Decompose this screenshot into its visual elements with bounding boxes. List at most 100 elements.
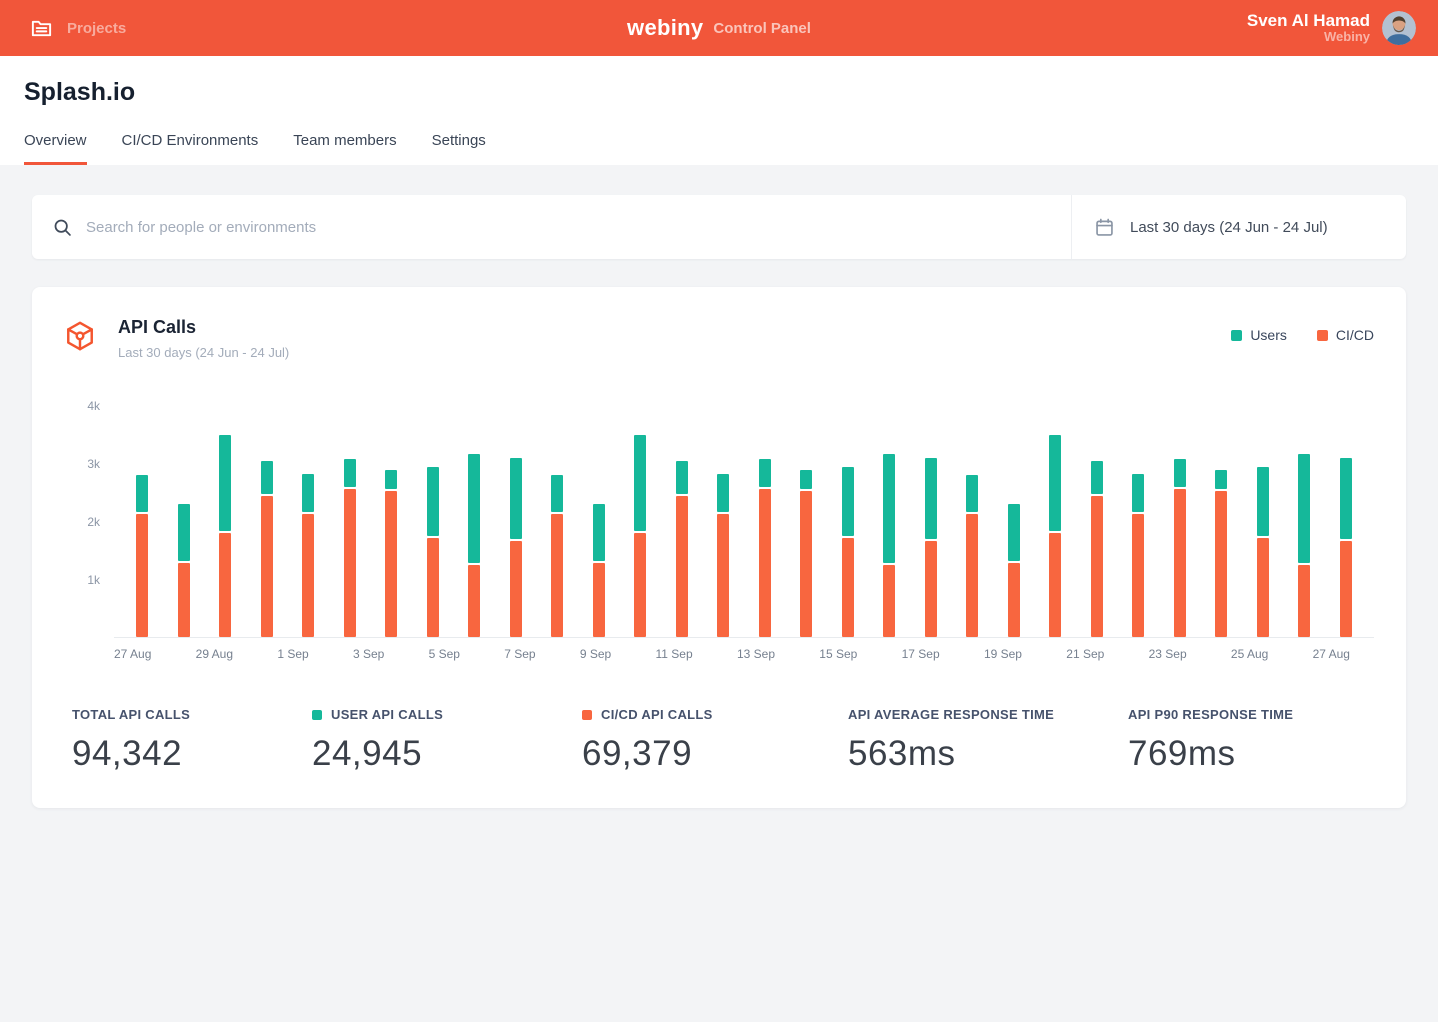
legend-dot-ci-cd xyxy=(1317,330,1328,341)
stat-label: USER API CALLS xyxy=(312,707,582,722)
tab-settings[interactable]: Settings xyxy=(432,132,486,165)
bar-21[interactable] xyxy=(966,475,978,637)
stat-total-api-calls: TOTAL API CALLS94,342 xyxy=(72,707,312,774)
bar-18[interactable] xyxy=(842,467,854,637)
bar-segment-users xyxy=(178,504,190,561)
user-avatar[interactable] xyxy=(1382,11,1416,45)
bar-22[interactable] xyxy=(1008,504,1020,637)
bar-4[interactable] xyxy=(261,461,273,637)
user-menu[interactable]: Sven Al Hamad Webiny xyxy=(1247,11,1422,45)
stat-value: 69,379 xyxy=(582,734,848,774)
bar-segment-cicd xyxy=(759,489,771,637)
bar-3[interactable] xyxy=(219,435,231,637)
ci-cd-api-calls-dot-icon xyxy=(582,710,592,720)
stat-value: 24,945 xyxy=(312,734,582,774)
stat-label: API P90 RESPONSE TIME xyxy=(1128,707,1293,722)
bar-1[interactable] xyxy=(136,475,148,637)
bar-segment-cicd xyxy=(551,514,563,637)
bar-segment-users xyxy=(1008,504,1020,561)
bar-segment-cicd xyxy=(1215,491,1227,637)
x-tick-label: 15 Sep xyxy=(819,647,857,661)
x-tick-label: 21 Sep xyxy=(1066,647,1104,661)
bar-segment-cicd xyxy=(717,514,729,637)
bar-20[interactable] xyxy=(925,458,937,637)
tab-team-members[interactable]: Team members xyxy=(293,132,396,165)
bar-segment-users xyxy=(925,458,937,539)
plot-area xyxy=(114,398,1374,638)
search-icon xyxy=(52,217,73,238)
bar-6[interactable] xyxy=(344,459,356,637)
bar-15[interactable] xyxy=(717,474,729,637)
stat-label-text: API AVERAGE RESPONSE TIME xyxy=(848,707,1054,722)
bar-segment-cicd xyxy=(1091,496,1103,637)
stat-label-text: CI/CD API CALLS xyxy=(601,707,713,722)
bar-segment-users xyxy=(717,474,729,512)
bar-chart: 4k3k2k1k 27 Aug29 Aug1 Sep3 Sep5 Sep7 Se… xyxy=(64,398,1374,661)
bar-8[interactable] xyxy=(427,467,439,637)
legend-item-ci-cd[interactable]: CI/CD xyxy=(1317,327,1374,343)
legend-dot-users xyxy=(1231,330,1242,341)
user-org: Webiny xyxy=(1247,30,1370,45)
bar-24[interactable] xyxy=(1091,461,1103,637)
bar-segment-cicd xyxy=(468,565,480,637)
date-range-picker[interactable]: Last 30 days (24 Jun - 24 Jul) xyxy=(1072,195,1406,259)
bar-segment-users xyxy=(1174,459,1186,487)
x-tick-label: 13 Sep xyxy=(737,647,775,661)
stat-label: CI/CD API CALLS xyxy=(582,707,848,722)
x-tick-label: 19 Sep xyxy=(984,647,1022,661)
bar-12[interactable] xyxy=(593,504,605,637)
bar-2[interactable] xyxy=(178,504,190,637)
y-tick-2k: 2k xyxy=(87,515,100,529)
tabs: Overview CI/CD Environments Team members Se… xyxy=(24,132,1414,165)
bar-23[interactable] xyxy=(1049,435,1061,637)
page-header: Splash.io OverviewCI/CD EnvironmentsTeam… xyxy=(0,56,1438,165)
bar-segment-cicd xyxy=(676,496,688,637)
chart-title: API Calls xyxy=(118,317,289,338)
x-tick-label: 7 Sep xyxy=(504,647,535,661)
bar-28[interactable] xyxy=(1257,467,1269,637)
user-name: Sven Al Hamad xyxy=(1247,11,1370,31)
tab-overview[interactable]: Overview xyxy=(24,132,87,165)
bar-segment-users xyxy=(136,475,148,512)
bar-segment-cicd xyxy=(136,514,148,637)
bar-11[interactable] xyxy=(551,475,563,637)
bar-segment-cicd xyxy=(634,533,646,637)
stat-label: TOTAL API CALLS xyxy=(72,707,312,722)
bar-segment-users xyxy=(1215,470,1227,489)
bar-5[interactable] xyxy=(302,474,314,637)
bar-segment-users xyxy=(1298,454,1310,563)
bar-segment-users xyxy=(427,467,439,536)
bar-14[interactable] xyxy=(676,461,688,637)
search-box[interactable] xyxy=(32,195,1072,259)
bar-25[interactable] xyxy=(1132,474,1144,637)
bar-16[interactable] xyxy=(759,459,771,637)
x-tick-label: 3 Sep xyxy=(353,647,384,661)
search-input[interactable] xyxy=(86,219,1051,236)
bar-segment-cicd xyxy=(510,541,522,637)
tab-ci-cd-environments[interactable]: CI/CD Environments xyxy=(122,132,259,165)
bar-19[interactable] xyxy=(883,454,895,637)
legend-item-users[interactable]: Users xyxy=(1231,327,1287,343)
bar-17[interactable] xyxy=(800,470,812,637)
bar-segment-users xyxy=(800,470,812,489)
x-axis: 27 Aug29 Aug1 Sep3 Sep5 Sep7 Sep9 Sep11 … xyxy=(114,647,1374,661)
y-tick-3k: 3k xyxy=(87,457,100,471)
y-tick-4k: 4k xyxy=(87,399,100,413)
folder-icon xyxy=(30,17,53,40)
bar-7[interactable] xyxy=(385,470,397,637)
bars xyxy=(114,398,1374,637)
bar-segment-users xyxy=(1049,435,1061,531)
stat-api-p90-response-time: API P90 RESPONSE TIME769ms xyxy=(1128,707,1293,774)
bar-13[interactable] xyxy=(634,435,646,637)
bar-segment-cicd xyxy=(925,541,937,637)
bar-9[interactable] xyxy=(468,454,480,637)
projects-nav[interactable]: Projects xyxy=(16,17,126,40)
x-tick-label: 29 Aug xyxy=(196,647,233,661)
bar-30[interactable] xyxy=(1340,458,1352,637)
bar-29[interactable] xyxy=(1298,454,1310,637)
bar-26[interactable] xyxy=(1174,459,1186,637)
bar-27[interactable] xyxy=(1215,470,1227,637)
legend-label: CI/CD xyxy=(1336,327,1374,343)
bar-10[interactable] xyxy=(510,458,522,637)
stat-label: API AVERAGE RESPONSE TIME xyxy=(848,707,1128,722)
